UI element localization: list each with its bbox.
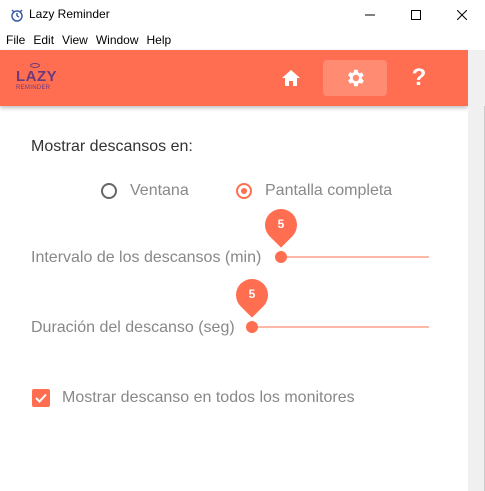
- settings-button[interactable]: [323, 60, 387, 96]
- title-bar[interactable]: Lazy Reminder: [0, 0, 485, 30]
- interval-slider-track[interactable]: [281, 256, 429, 258]
- app-icon: [11, 9, 23, 22]
- close-icon: [457, 10, 467, 20]
- help-icon: ?: [411, 64, 427, 91]
- interval-value: 5: [277, 217, 285, 231]
- scrollbar[interactable]: [468, 50, 485, 491]
- app-logo: LAZY REMINDER: [16, 63, 58, 95]
- radio-pantalla-completa[interactable]: [236, 183, 252, 199]
- display-mode-label: Mostrar descansos en:: [31, 138, 193, 155]
- menu-view[interactable]: View: [58, 30, 92, 50]
- close-button[interactable]: [439, 0, 485, 30]
- maximize-icon: [411, 10, 421, 20]
- duration-slider-track[interactable]: [252, 326, 429, 328]
- home-button[interactable]: [259, 60, 323, 96]
- help-button[interactable]: ?: [387, 60, 451, 96]
- window-title: Lazy Reminder: [29, 7, 110, 21]
- checkmark-icon: [35, 393, 47, 403]
- maximize-button[interactable]: [393, 0, 439, 30]
- duration-slider-thumb[interactable]: [246, 321, 258, 333]
- interval-label: Intervalo de los descansos (min): [31, 249, 262, 266]
- menu-help[interactable]: Help: [143, 30, 176, 50]
- logo-text-bottom: REMINDER: [16, 85, 51, 91]
- all-monitors-label[interactable]: Mostrar descanso en todos los monitores: [62, 389, 355, 407]
- duration-label: Duración del descanso (seg): [31, 319, 235, 336]
- home-icon: [282, 70, 300, 86]
- radio-ventana-label[interactable]: Ventana: [130, 182, 189, 200]
- app-bar: LAZY REMINDER ?: [0, 50, 468, 106]
- duration-value: 5: [248, 287, 256, 301]
- menu-edit[interactable]: Edit: [29, 30, 58, 50]
- interval-slider-thumb[interactable]: [275, 251, 287, 263]
- menu-bar: File Edit View Window Help: [0, 30, 485, 50]
- radio-ventana[interactable]: [101, 183, 117, 199]
- minimize-button[interactable]: [347, 0, 393, 30]
- all-monitors-checkbox[interactable]: [32, 389, 50, 407]
- gear-icon: [348, 69, 364, 87]
- logo-text-top: LAZY: [16, 68, 58, 85]
- minimize-icon: [365, 14, 375, 16]
- menu-window[interactable]: Window: [92, 30, 143, 50]
- menu-file[interactable]: File: [2, 30, 29, 50]
- radio-pantalla-completa-label[interactable]: Pantalla completa: [265, 182, 392, 200]
